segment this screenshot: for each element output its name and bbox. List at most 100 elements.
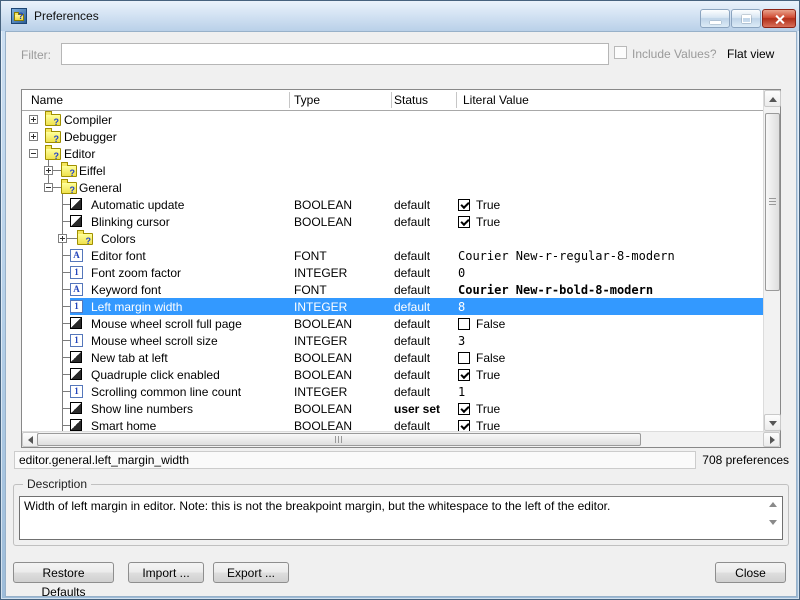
value-label: True: [476, 198, 500, 212]
scroll-right-button[interactable]: [763, 432, 780, 447]
close-window-button[interactable]: [762, 9, 796, 28]
folder-icon: ?: [61, 182, 77, 194]
arrow-down-icon[interactable]: [769, 520, 777, 525]
table-row[interactable]: ?General: [22, 179, 763, 196]
tree-rows: ?Compiler?Debugger?Editor?Eiffel?General…: [22, 111, 763, 431]
table-row[interactable]: ?Eiffel: [22, 162, 763, 179]
column-divider[interactable]: [289, 92, 290, 108]
row-type: BOOLEAN: [294, 215, 352, 229]
horizontal-scrollbar[interactable]: [22, 431, 780, 447]
minimize-icon: [710, 21, 721, 24]
row-status: default: [394, 249, 430, 263]
titlebar[interactable]: ? Preferences: [1, 1, 800, 31]
column-header-status[interactable]: Status: [394, 93, 428, 107]
table-row[interactable]: ?Compiler: [22, 111, 763, 128]
value-checkbox[interactable]: [458, 352, 470, 364]
import-button[interactable]: Import ...: [128, 562, 204, 583]
value-checkbox[interactable]: [458, 369, 470, 381]
include-values-checkbox[interactable]: [614, 46, 627, 59]
row-value: Courier New-r-regular-8-modern: [458, 249, 675, 263]
row-status: default: [394, 368, 430, 382]
table-row[interactable]: 1Left margin widthINTEGERdefault8: [22, 298, 763, 315]
expander-plus-icon[interactable]: [58, 234, 67, 243]
tree-connector-dash: [62, 289, 70, 290]
window-controls: [699, 9, 796, 28]
table-row[interactable]: AEditor fontFONTdefaultCourier New-r-reg…: [22, 247, 763, 264]
row-name: Quadruple click enabled: [91, 368, 220, 382]
table-row[interactable]: ?Editor: [22, 145, 763, 162]
expander-minus-icon[interactable]: [44, 183, 53, 192]
expander-minus-icon[interactable]: [29, 149, 38, 158]
row-status: default: [394, 351, 430, 365]
value-checkbox[interactable]: [458, 318, 470, 330]
row-name: Debugger: [64, 130, 117, 144]
integer-icon: 1: [70, 334, 83, 347]
row-type: INTEGER: [294, 266, 347, 280]
scroll-down-button[interactable]: [764, 414, 781, 431]
boolean-icon: [70, 368, 82, 380]
vertical-scroll-thumb[interactable]: [765, 113, 780, 291]
table-row[interactable]: Automatic updateBOOLEANdefaultTrue: [22, 196, 763, 213]
description-text: Width of left margin in editor. Note: th…: [24, 499, 760, 513]
table-row[interactable]: Smart homeBOOLEANdefaultTrue: [22, 417, 763, 431]
row-status: default: [394, 198, 430, 212]
arrow-up-icon[interactable]: [769, 502, 777, 507]
row-name: Editor font: [91, 249, 146, 263]
export-button[interactable]: Export ...: [213, 562, 289, 583]
row-type: BOOLEAN: [294, 317, 352, 331]
table-row[interactable]: Quadruple click enabledBOOLEANdefaultTru…: [22, 366, 763, 383]
scroll-up-button[interactable]: [764, 90, 781, 107]
maximize-icon: [742, 15, 751, 23]
table-row[interactable]: Blinking cursorBOOLEANdefaultTrue: [22, 213, 763, 230]
description-scrollbar[interactable]: [765, 498, 781, 538]
tree-connector-dash: [62, 221, 70, 222]
flat-view-button[interactable]: Flat view: [727, 47, 774, 61]
maximize-button[interactable]: [731, 9, 761, 28]
row-value: True: [458, 198, 500, 212]
table-row[interactable]: ?Debugger: [22, 128, 763, 145]
row-status: default: [394, 283, 430, 297]
column-header-literal[interactable]: Literal Value: [463, 93, 529, 107]
tree-connector-dash: [62, 272, 70, 273]
expander-plus-icon[interactable]: [44, 166, 53, 175]
tree-connector-dash: [62, 374, 70, 375]
table-header: Name Type Status Literal Value: [22, 90, 763, 111]
row-name: Keyword font: [91, 283, 161, 297]
table-row[interactable]: Mouse wheel scroll full pageBOOLEANdefau…: [22, 315, 763, 332]
tree-connector-dash: [62, 408, 70, 409]
expander-plus-icon[interactable]: [29, 115, 38, 124]
arrow-up-icon: [769, 97, 777, 102]
table-row[interactable]: Show line numbersBOOLEANuser setTrue: [22, 400, 763, 417]
close-button[interactable]: Close: [715, 562, 786, 583]
boolean-icon: [70, 419, 82, 431]
row-name: Font zoom factor: [91, 266, 181, 280]
row-type: BOOLEAN: [294, 198, 352, 212]
row-status: user set: [394, 402, 440, 416]
column-header-name[interactable]: Name: [31, 93, 63, 107]
column-divider[interactable]: [391, 92, 392, 108]
column-divider[interactable]: [456, 92, 457, 108]
table-row[interactable]: ?Colors: [22, 230, 763, 247]
row-type: BOOLEAN: [294, 402, 352, 416]
folder-icon: ?: [45, 114, 61, 126]
integer-icon: 1: [70, 385, 83, 398]
filter-label: Filter:: [21, 48, 51, 62]
restore-defaults-button[interactable]: Restore Defaults: [13, 562, 114, 583]
horizontal-scroll-thumb[interactable]: [37, 433, 641, 446]
value-checkbox[interactable]: [458, 420, 470, 431]
value-checkbox[interactable]: [458, 199, 470, 211]
value-checkbox[interactable]: [458, 403, 470, 415]
tree-connector-dash: [62, 340, 70, 341]
table-row[interactable]: 1Font zoom factorINTEGERdefault0: [22, 264, 763, 281]
filter-input[interactable]: [61, 43, 609, 65]
row-type: INTEGER: [294, 385, 347, 399]
table-row[interactable]: 1Mouse wheel scroll sizeINTEGERdefault3: [22, 332, 763, 349]
table-row[interactable]: New tab at leftBOOLEANdefaultFalse: [22, 349, 763, 366]
expander-plus-icon[interactable]: [29, 132, 38, 141]
minimize-button[interactable]: [700, 9, 730, 28]
vertical-scrollbar[interactable]: [763, 90, 780, 431]
value-checkbox[interactable]: [458, 216, 470, 228]
column-header-type[interactable]: Type: [294, 93, 320, 107]
table-row[interactable]: AKeyword fontFONTdefaultCourier New-r-bo…: [22, 281, 763, 298]
table-row[interactable]: 1Scrolling common line countINTEGERdefau…: [22, 383, 763, 400]
